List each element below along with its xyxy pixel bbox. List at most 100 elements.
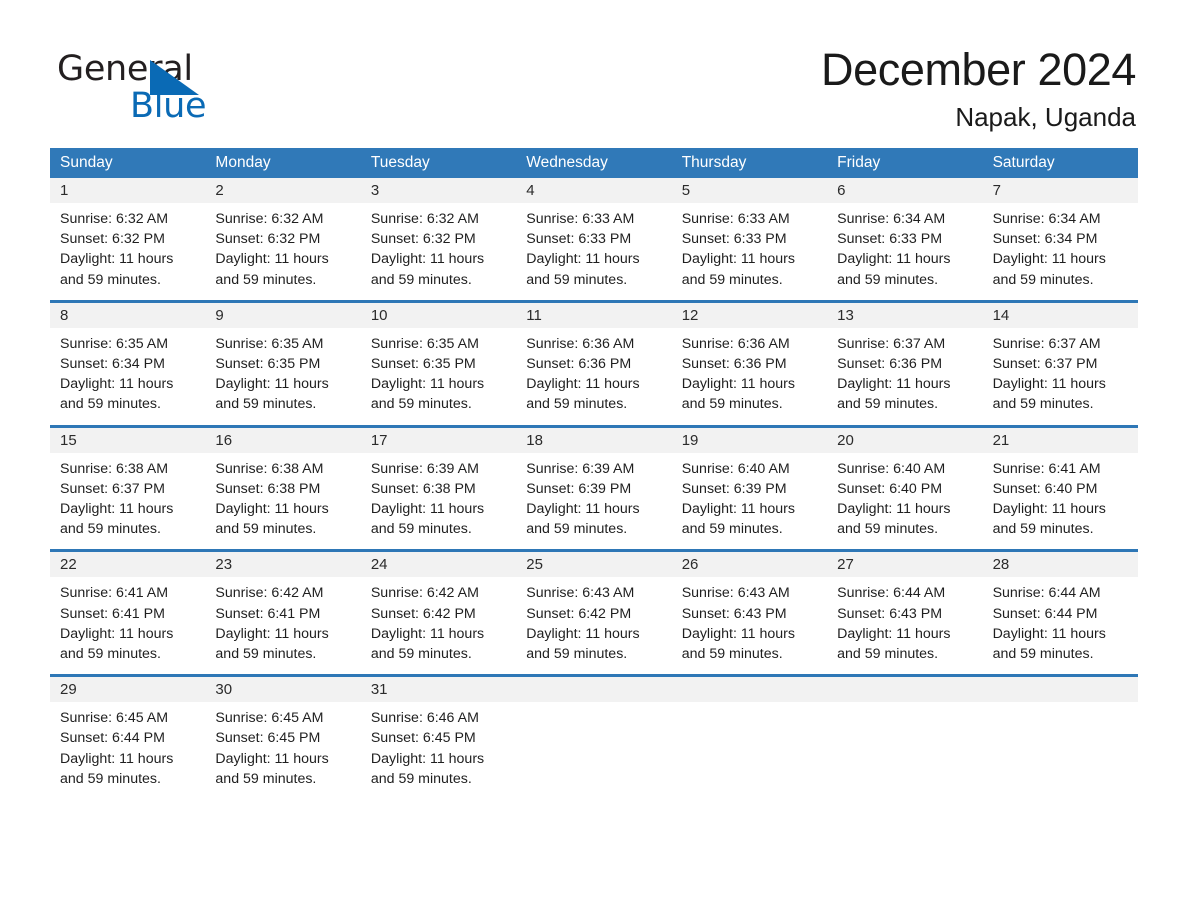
day-number: 8	[50, 302, 206, 328]
calendar-day-cell[interactable]: 3 Sunrise: 6:32 AM Sunset: 6:32 PM Daylight…	[360, 178, 517, 300]
calendar-day-cell[interactable]: 31 Sunrise: 6:46 AM Sunset: 6:45 PM Dayligh…	[360, 677, 517, 800]
calendar-day-cell[interactable]: 1 Sunrise: 6:32 AM Sunset: 6:32 PM Daylight…	[50, 178, 206, 300]
daylight-text: Daylight: 11 hours and 59 minutes.	[215, 625, 329, 663]
day-number: 28	[982, 552, 1138, 578]
day-details: Sunrise: 6:41 AM Sunset: 6:40 PM Daylight:…	[982, 452, 1138, 550]
calendar-day-cell[interactable]: 12 Sunrise: 6:36 AM Sunset: 6:36 PM Dayligh…	[671, 302, 828, 425]
calendar-day-cell[interactable]: 14 Sunrise: 6:37 AM Sunset: 6:37 PM Dayligh…	[982, 302, 1138, 425]
day-details	[516, 702, 672, 787]
sunset-text: Sunset: 6:32 PM	[370, 231, 476, 248]
sunrise-text: Sunrise: 6:46 AM	[370, 710, 479, 727]
daylight-text: Daylight: 11 hours and 59 minutes.	[992, 376, 1106, 413]
day-number: 26	[671, 552, 828, 578]
calendar-cell-empty	[671, 677, 828, 799]
calendar-day-cell[interactable]: 24 Sunrise: 6:42 AM Sunset: 6:42 PM Dayligh…	[360, 552, 517, 675]
calendar-day-cell[interactable]: 27 Sunrise: 6:44 AM Sunset: 6:43 PM Dayligh…	[827, 552, 983, 675]
weekday-header-tuesday: Tuesday	[370, 154, 430, 171]
daylight-text: Daylight: 11 hours and 59 minutes.	[526, 625, 640, 663]
day-number: 18	[516, 427, 672, 453]
calendar-day-cell[interactable]: 17 Sunrise: 6:39 AM Sunset: 6:38 PM Dayligh…	[360, 427, 517, 550]
sunrise-text: Sunrise: 6:39 AM	[526, 460, 635, 477]
calendar-day-cell[interactable]: 10 Sunrise: 6:35 AM Sunset: 6:35 PM Dayligh…	[360, 302, 517, 425]
sunset-text: Sunset: 6:32 PM	[215, 231, 321, 248]
daylight-text: Daylight: 11 hours and 59 minutes.	[992, 501, 1106, 538]
day-details: Sunrise: 6:44 AM Sunset: 6:44 PM Daylight:…	[982, 577, 1138, 675]
sunset-text: Sunset: 6:37 PM	[992, 356, 1098, 373]
daylight-text: Daylight: 11 hours and 59 minutes.	[215, 501, 329, 538]
calendar-day-cell[interactable]: 13 Sunrise: 6:37 AM Sunset: 6:36 PM Dayligh…	[827, 302, 983, 425]
sunrise-text: Sunrise: 6:35 AM	[370, 335, 479, 352]
day-details: Sunrise: 6:43 AM Sunset: 6:42 PM Daylight:…	[516, 577, 672, 675]
day-details: Sunrise: 6:32 AM Sunset: 6:32 PM Daylight:…	[360, 203, 517, 300]
sunset-text: Sunset: 6:41 PM	[60, 605, 165, 622]
calendar-day-cell[interactable]: 4 Sunrise: 6:33 AM Sunset: 6:33 PM Daylight…	[516, 178, 672, 300]
daylight-text: Daylight: 11 hours and 59 minutes.	[681, 625, 796, 663]
calendar-grid: Sunday Monday Tuesday Wednesday Thursday…	[50, 148, 1138, 800]
sunrise-text: Sunrise: 6:36 AM	[681, 335, 790, 352]
day-details: Sunrise: 6:37 AM Sunset: 6:37 PM Daylight:…	[982, 327, 1138, 425]
generalblue-logo[interactable]: General Blue	[57, 44, 272, 124]
day-details: Sunrise: 6:44 AM Sunset: 6:43 PM Daylight:…	[827, 577, 983, 675]
day-number: 22	[50, 552, 206, 578]
day-number: 15	[50, 427, 206, 453]
sunset-text: Sunset: 6:39 PM	[526, 480, 632, 497]
calendar-day-cell[interactable]: 19 Sunrise: 6:40 AM Sunset: 6:39 PM Dayligh…	[671, 427, 828, 550]
sunrise-text: Sunrise: 6:32 AM	[370, 211, 479, 227]
calendar-day-cell[interactable]: 26 Sunrise: 6:43 AM Sunset: 6:43 PM Dayligh…	[671, 552, 828, 675]
calendar-day-cell[interactable]: 5 Sunrise: 6:33 AM Sunset: 6:33 PM Daylight…	[671, 178, 828, 300]
sunset-text: Sunset: 6:38 PM	[215, 480, 321, 497]
day-details: Sunrise: 6:36 AM Sunset: 6:36 PM Daylight:…	[671, 327, 828, 425]
sunrise-text: Sunrise: 6:41 AM	[60, 585, 169, 602]
calendar-day-cell[interactable]: 9 Sunrise: 6:35 AM Sunset: 6:35 PM Daylight…	[205, 302, 361, 425]
day-details: Sunrise: 6:32 AM Sunset: 6:32 PM Daylight:…	[205, 203, 361, 300]
sunset-text: Sunset: 6:37 PM	[60, 480, 165, 497]
sunrise-text: Sunrise: 6:41 AM	[992, 460, 1101, 477]
day-number: 4	[516, 178, 672, 203]
calendar-cell-empty	[516, 677, 672, 799]
daylight-text: Daylight: 11 hours and 59 minutes.	[60, 251, 174, 288]
sunset-text: Sunset: 6:44 PM	[992, 605, 1098, 622]
sunrise-text: Sunrise: 6:35 AM	[215, 335, 324, 352]
calendar-day-cell[interactable]: 29 Sunrise: 6:45 AM Sunset: 6:44 PM Dayligh…	[50, 677, 206, 800]
calendar-week-row: 1 Sunrise: 6:32 AM Sunset: 6:32 PM Daylight…	[50, 178, 1138, 300]
daylight-text: Daylight: 11 hours and 59 minutes.	[370, 501, 485, 538]
day-number: 9	[205, 302, 361, 328]
day-number: 2	[205, 178, 361, 203]
day-number: 29	[50, 677, 206, 703]
day-number: 27	[827, 552, 983, 578]
daylight-text: Daylight: 11 hours and 59 minutes.	[526, 376, 640, 413]
day-number: 17	[360, 427, 517, 453]
day-details: Sunrise: 6:42 AM Sunset: 6:42 PM Daylight:…	[360, 577, 517, 675]
day-details: Sunrise: 6:34 AM Sunset: 6:33 PM Daylight:…	[827, 203, 983, 300]
calendar-day-cell[interactable]: 16 Sunrise: 6:38 AM Sunset: 6:38 PM Dayligh…	[205, 427, 361, 550]
calendar-day-cell[interactable]: 23 Sunrise: 6:42 AM Sunset: 6:41 PM Dayligh…	[205, 552, 361, 675]
day-number	[827, 677, 983, 703]
calendar-day-cell[interactable]: 21 Sunrise: 6:41 AM Sunset: 6:40 PM Dayligh…	[982, 427, 1138, 550]
calendar-day-cell[interactable]: 20 Sunrise: 6:40 AM Sunset: 6:40 PM Dayligh…	[827, 427, 983, 550]
day-details	[671, 702, 828, 787]
calendar-day-cell[interactable]: 18 Sunrise: 6:39 AM Sunset: 6:39 PM Dayligh…	[516, 427, 672, 550]
calendar-day-cell[interactable]: 8 Sunrise: 6:35 AM Sunset: 6:34 PM Daylight…	[50, 302, 206, 425]
sunrise-text: Sunrise: 6:39 AM	[370, 460, 479, 477]
calendar-day-cell[interactable]: 30 Sunrise: 6:45 AM Sunset: 6:45 PM Dayligh…	[205, 677, 361, 800]
weekday-header-wednesday: Wednesday	[526, 154, 608, 171]
day-number: 10	[360, 302, 517, 328]
day-details: Sunrise: 6:33 AM Sunset: 6:33 PM Daylight:…	[516, 203, 672, 300]
calendar-day-cell[interactable]: 7 Sunrise: 6:34 AM Sunset: 6:34 PM Daylight…	[982, 178, 1138, 300]
day-details: Sunrise: 6:45 AM Sunset: 6:44 PM Daylight:…	[50, 702, 206, 800]
calendar-day-cell[interactable]: 6 Sunrise: 6:34 AM Sunset: 6:33 PM Daylight…	[827, 178, 983, 300]
sunset-text: Sunset: 6:41 PM	[215, 605, 321, 622]
calendar-day-cell[interactable]: 28 Sunrise: 6:44 AM Sunset: 6:44 PM Dayligh…	[982, 552, 1138, 675]
sunrise-text: Sunrise: 6:40 AM	[681, 460, 790, 477]
sunrise-text: Sunrise: 6:40 AM	[837, 460, 946, 477]
calendar-day-cell[interactable]: 22 Sunrise: 6:41 AM Sunset: 6:41 PM Dayligh…	[50, 552, 206, 675]
sunset-text: Sunset: 6:35 PM	[370, 356, 476, 373]
sunset-text: Sunset: 6:34 PM	[60, 356, 165, 373]
calendar-day-cell[interactable]: 11 Sunrise: 6:36 AM Sunset: 6:36 PM Dayligh…	[516, 302, 672, 425]
calendar-day-cell[interactable]: 15 Sunrise: 6:38 AM Sunset: 6:37 PM Dayligh…	[50, 427, 206, 550]
calendar-week-row: 15 Sunrise: 6:38 AM Sunset: 6:37 PM Dayligh…	[50, 424, 1138, 550]
calendar-day-cell[interactable]: 2 Sunrise: 6:32 AM Sunset: 6:32 PM Daylight…	[205, 178, 361, 300]
calendar-day-cell[interactable]: 25 Sunrise: 6:43 AM Sunset: 6:42 PM Dayligh…	[516, 552, 672, 675]
page-header: General Blue December 2024 Napak, Uganda	[0, 0, 1188, 148]
sunrise-text: Sunrise: 6:38 AM	[215, 460, 324, 477]
